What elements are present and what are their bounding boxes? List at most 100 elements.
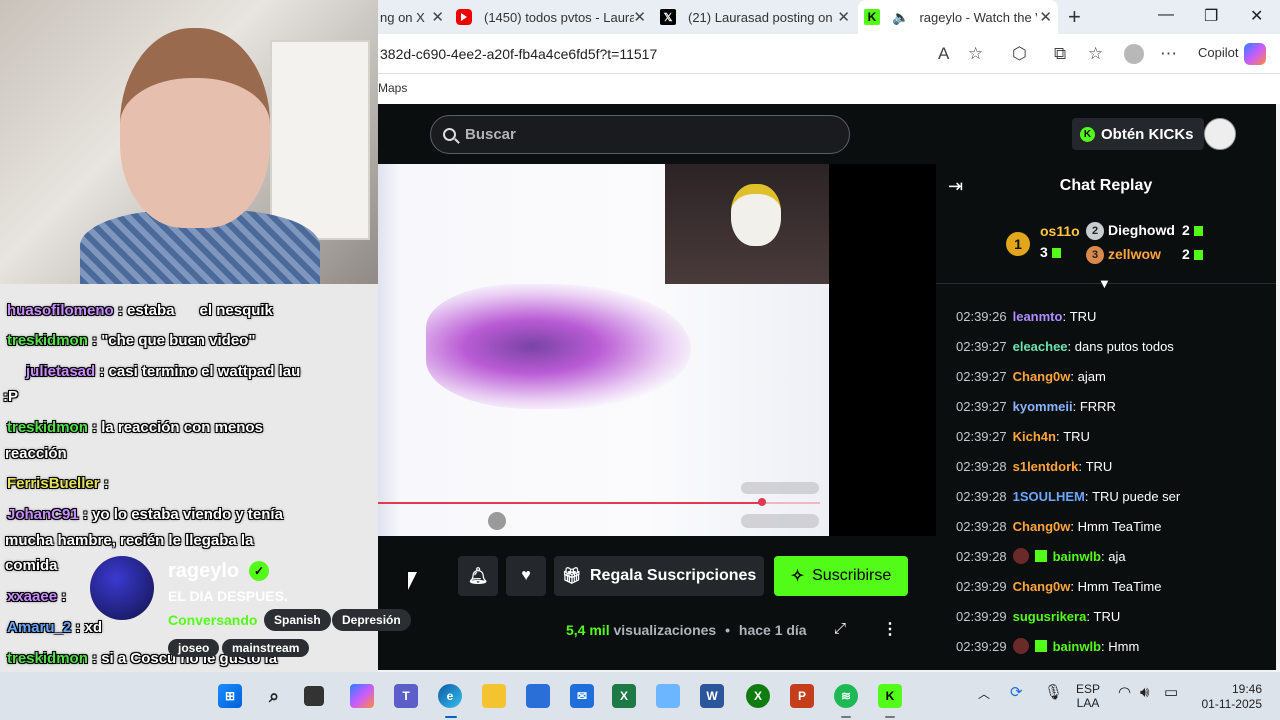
chat-username[interactable]: leanmto (1013, 309, 1063, 324)
microphone-icon[interactable]: 🎙︎ (1044, 685, 1063, 700)
chat-username[interactable]: 1SOULHEM (1013, 489, 1085, 504)
edge-icon[interactable]: e (438, 684, 462, 708)
window-close-button[interactable]: ✕ (1250, 6, 1263, 26)
leader-3-name[interactable]: zellwow (1108, 246, 1161, 262)
settings-app-icon[interactable] (656, 684, 680, 708)
chat-username[interactable]: eleachee (1013, 339, 1068, 354)
chat-text: TRU (1063, 428, 1090, 444)
chat-username[interactable]: bainwlb (1053, 639, 1101, 654)
notify-button[interactable]: 🔔︎ (458, 556, 498, 596)
favorite-star-icon[interactable]: ☆ (968, 44, 983, 64)
chat-username[interactable]: sugusrikera (1013, 609, 1087, 624)
chat-username[interactable]: kyommeii (1013, 399, 1073, 414)
tag-spanish[interactable]: Spanish (264, 609, 331, 631)
tag-depresion[interactable]: Depresión (332, 609, 411, 631)
copilot-app-icon[interactable] (350, 684, 374, 708)
leader-1-count-value: 3 (1040, 244, 1048, 260)
extensions-icon[interactable]: ⬡ (1012, 44, 1027, 64)
powerpoint-icon[interactable]: P (790, 684, 814, 708)
chat-message: 02:39:29 Chang0w: Hmm TeaTime (956, 575, 1161, 597)
copilot-icon[interactable] (1244, 43, 1266, 65)
tab-youtube[interactable]: (1450) todos pvtos - Laura ✕ (452, 0, 652, 34)
file-explorer-icon[interactable] (482, 684, 506, 708)
overlay-chat-text: mucha hambre, recién le llegaba la (5, 532, 254, 549)
sync-icon[interactable]: ⟳ (1010, 685, 1023, 700)
restore-button[interactable]: ❐ (1204, 6, 1218, 26)
share-icon[interactable]: ⤢ (834, 620, 846, 637)
chat-message: 02:39:29 bainwlb: Hmm (956, 635, 1139, 657)
chat-message: 02:39:28 s1lentdork: TRU (956, 455, 1112, 477)
overlay-chat-text: : casi termino el wattpad lau (99, 363, 301, 380)
search-input[interactable]: Buscar (430, 115, 850, 154)
chat-username[interactable]: Chang0w (1013, 579, 1071, 594)
wifi-icon[interactable]: ◠ (1118, 685, 1131, 700)
kick-app-icon[interactable]: K (878, 684, 902, 708)
clock[interactable]: 19:46 01-11-2025 (1200, 682, 1263, 712)
tag-mainstream[interactable]: mainstream (222, 639, 310, 657)
battery-icon[interactable]: ▭ (1164, 685, 1178, 700)
show-hidden-icons[interactable]: ︿ (978, 687, 990, 701)
tag-joseo[interactable]: joseo (168, 639, 220, 657)
tab-x-1[interactable]: ng on X ✕ (378, 0, 450, 34)
stream-info-bar: 🔔︎ ♥ 🎁︎ Regala Suscripciones ✧ Suscribir… (378, 536, 936, 670)
url-field[interactable]: 382d-c690-4ee2-a20f-fb4a4ce6fd5f?t=11517 (380, 46, 657, 62)
leader-3-count: 2 (1182, 246, 1203, 262)
word-icon[interactable]: W (700, 684, 724, 708)
stream-category[interactable]: Conversando (168, 612, 257, 628)
leader-1-name[interactable]: os11o (1040, 223, 1080, 239)
more-options-icon[interactable]: ⋮ (882, 619, 898, 639)
chat-username[interactable]: Kich4n (1013, 429, 1056, 444)
minimize-button[interactable]: — (1158, 6, 1174, 24)
language-code: ESP (1076, 682, 1101, 696)
chat-username[interactable]: s1lentdork (1013, 459, 1079, 474)
sparkle-icon: ✧ (790, 568, 805, 585)
copilot-button[interactable]: Copilot (1198, 45, 1238, 60)
subscribe-label: Suscribirse (812, 567, 892, 584)
subscribe-button[interactable]: ✧ Suscribirse (774, 556, 908, 596)
user-avatar[interactable] (1204, 118, 1236, 150)
mouse-cursor (408, 572, 417, 590)
read-aloud-icon[interactable]: A (938, 44, 949, 64)
mail-icon[interactable]: ✉ (570, 684, 594, 708)
xbox-icon[interactable]: X (746, 684, 770, 708)
video-player[interactable] (378, 164, 936, 536)
streamer-avatar[interactable] (90, 556, 154, 620)
teams-icon[interactable]: T (394, 684, 418, 708)
profile-avatar[interactable] (1124, 44, 1144, 64)
search-icon[interactable]: ⌕ (262, 684, 286, 708)
speaker-icon[interactable]: 🔈 (892, 9, 909, 26)
spotify-icon[interactable]: ≋ (834, 684, 858, 708)
new-tab-button[interactable]: + (1068, 4, 1081, 30)
split-screen-icon[interactable]: ⧉ (1054, 44, 1066, 64)
excel-icon[interactable]: X (612, 684, 636, 708)
leader-3-count-value: 2 (1182, 246, 1190, 262)
expand-leaderboard-icon[interactable]: ▼ (1098, 276, 1111, 291)
language-indicator[interactable]: ESP LAA (1076, 682, 1100, 710)
follow-button[interactable]: ♥ (506, 556, 546, 596)
leader-2-name[interactable]: Dieghowd (1108, 222, 1175, 238)
chat-username[interactable]: Chang0w (1013, 369, 1071, 384)
close-icon[interactable]: ✕ (633, 8, 646, 26)
overlay-chat-line: mucha hambre, recién le llegaba la (5, 532, 253, 549)
chat-username[interactable]: bainwlb (1053, 549, 1101, 564)
volume-icon[interactable]: 🔊︎ (1140, 685, 1149, 700)
gift-subs-button[interactable]: 🎁︎ Regala Suscripciones (554, 556, 764, 596)
chat-timestamp: 02:39:27 (956, 338, 1007, 354)
tab-kick-active[interactable]: K 🔈 rageylo - Watch the V ✕ (858, 0, 1058, 34)
close-icon[interactable]: ✕ (837, 8, 850, 26)
streamer-name[interactable]: rageylo (168, 560, 239, 583)
favorites-icon[interactable]: ☆ (1088, 44, 1103, 64)
more-menu-icon[interactable]: ⋯ (1160, 44, 1177, 64)
favorite-maps[interactable]: Maps (378, 81, 407, 95)
rank-2-badge: 2 (1086, 222, 1104, 240)
tab-x-2[interactable]: 𝕏 (21) Laurasad posting on X ✕ (656, 0, 856, 34)
task-view-icon[interactable] (304, 686, 324, 706)
get-kicks-button[interactable]: K Obtén KICKs (1072, 118, 1204, 150)
start-windows-icon[interactable]: ⊞ (218, 684, 242, 708)
chat-username[interactable]: Chang0w (1013, 519, 1071, 534)
progress-bar[interactable] (378, 502, 820, 504)
progress-handle[interactable] (758, 498, 766, 506)
close-icon[interactable]: ✕ (1039, 8, 1052, 26)
store-icon[interactable] (526, 684, 550, 708)
close-icon[interactable]: ✕ (431, 8, 444, 26)
